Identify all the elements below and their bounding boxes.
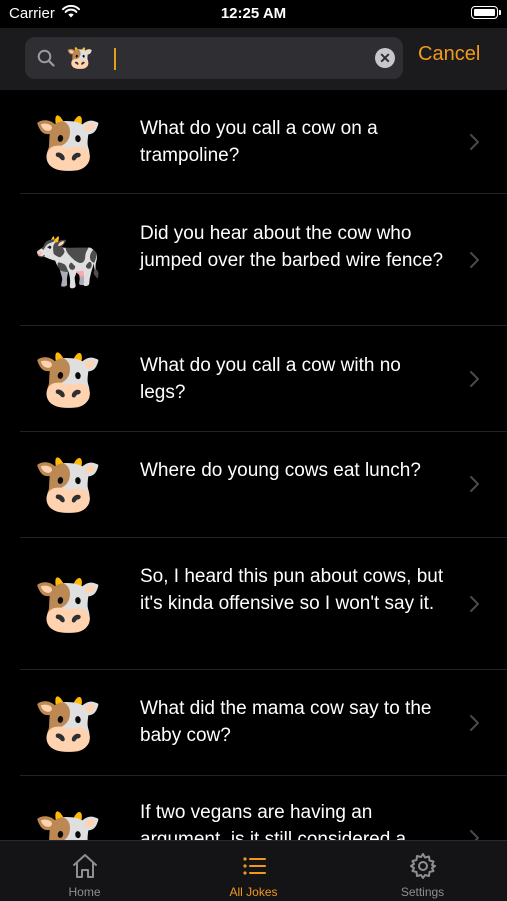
chevron-right-icon <box>470 371 479 387</box>
joke-text: If two vegans are having an argument, is… <box>140 802 407 840</box>
joke-text: Where do young cows eat lunch? <box>140 460 421 481</box>
tab-settings[interactable]: Settings <box>338 841 507 901</box>
gear-icon <box>409 853 436 879</box>
chevron-right-icon <box>470 596 479 612</box>
cow-face-icon: 🐮 <box>33 110 103 173</box>
list-item[interactable]: 🐮 So, I heard this pun about cows, but i… <box>0 538 507 670</box>
chevron-right-icon <box>470 715 479 731</box>
tab-all-jokes-label: All Jokes <box>229 885 278 899</box>
cow-face-icon: 🐮 <box>33 452 103 515</box>
chevron-right-icon <box>470 134 479 150</box>
joke-text: Did you hear about the cow who jumped ov… <box>140 223 444 271</box>
joke-text: So, I heard this pun about cows, but it'… <box>140 566 444 614</box>
tab-home-label: Home <box>68 885 101 899</box>
joke-text: What do you call a cow on a trampoline? <box>140 118 378 166</box>
battery-icon <box>471 6 501 19</box>
cow-face-icon: 🐮 <box>33 691 103 754</box>
status-bar: Carrier 12:25 AM <box>0 0 507 28</box>
search-header: 🐮 ✕ Cancel <box>0 28 507 90</box>
joke-text: What did the mama cow say to the baby co… <box>140 698 432 746</box>
list-item[interactable]: 🐮 What did the mama cow say to the baby … <box>0 670 507 776</box>
cancel-button[interactable]: Cancel <box>418 43 480 66</box>
cow-face-icon: 🐮 <box>33 347 103 410</box>
search-field[interactable]: 🐮 ✕ <box>25 37 403 79</box>
tab-bar: Home All Jokes Settings <box>0 840 507 901</box>
chevron-right-icon <box>470 476 479 492</box>
search-query[interactable]: 🐮 <box>66 44 93 72</box>
list-item[interactable]: 🐮 Where do young cows eat lunch? <box>0 432 507 538</box>
list-item[interactable]: 🐮 If two vegans are having an argument, … <box>0 776 507 840</box>
list-item[interactable]: 🐮 What do you call a cow with no legs? <box>0 326 507 432</box>
list-icon <box>242 857 266 875</box>
house-icon <box>72 854 97 878</box>
text-cursor <box>114 48 116 70</box>
cow-face-icon: 🐮 <box>33 806 103 840</box>
jokes-list[interactable]: 🐮 What do you call a cow on a trampoline… <box>0 90 507 840</box>
list-item[interactable]: 🐮 What do you call a cow on a trampoline… <box>0 90 507 194</box>
cow-icon: 🐄 <box>33 228 103 291</box>
tab-all-jokes[interactable]: All Jokes <box>169 841 338 901</box>
tab-settings-label: Settings <box>400 885 445 899</box>
cow-face-icon: 🐮 <box>33 572 103 635</box>
joke-text: What do you call a cow with no legs? <box>140 355 401 403</box>
search-icon <box>37 49 55 67</box>
tab-home[interactable]: Home <box>0 841 169 901</box>
clock: 12:25 AM <box>220 5 287 22</box>
clear-search-icon[interactable]: ✕ <box>375 48 395 68</box>
chevron-right-icon <box>470 830 479 840</box>
chevron-right-icon <box>470 252 479 268</box>
list-item[interactable]: 🐄 Did you hear about the cow who jumped … <box>0 194 507 326</box>
